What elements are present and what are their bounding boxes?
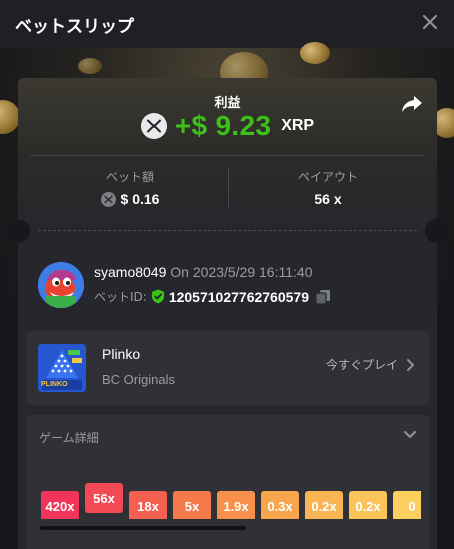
multiplier-cell: 420x bbox=[41, 491, 79, 519]
bet-timestamp: On 2023/5/29 16:11:40 bbox=[170, 264, 313, 280]
play-now-button[interactable]: 今すぐプレイ bbox=[326, 356, 415, 373]
payout-value-row: 56 x bbox=[228, 191, 428, 207]
decor-coin bbox=[78, 58, 102, 74]
multiplier-cell: 0.2x bbox=[349, 491, 387, 519]
multiplier-cell: 1.9x bbox=[217, 491, 255, 519]
payout: ペイアウト 56 x bbox=[228, 168, 428, 207]
shield-check-icon bbox=[151, 289, 164, 304]
bet-id: 120571027762760579 bbox=[168, 288, 309, 305]
header: ベットスリップ bbox=[0, 0, 454, 48]
bet-id-row: ベットID: 120571027762760579 bbox=[94, 288, 331, 305]
xrp-coin-icon bbox=[100, 191, 116, 207]
multiplier-cell: 0.3x bbox=[261, 491, 299, 519]
profit-row: +$ 9.23 XRP bbox=[18, 110, 437, 142]
share-icon[interactable] bbox=[401, 94, 423, 114]
payout-label: ペイアウト bbox=[297, 170, 358, 184]
user-row: syamo8049 On 2023/5/29 16:11:40 ベットID: 1… bbox=[38, 262, 418, 310]
profit-value: +$ 9.23 bbox=[174, 110, 272, 141]
game-details-title[interactable]: ゲーム詳細 bbox=[39, 429, 99, 446]
multiplier-cell: 5x bbox=[173, 491, 211, 519]
game-thumbnail-text: PLINKO bbox=[41, 381, 68, 388]
multiplier-scrollbar[interactable] bbox=[40, 526, 246, 530]
bet-amount-value: $ 0.16 bbox=[120, 191, 160, 207]
xrp-coin-icon bbox=[140, 113, 167, 139]
game-name: Plinko bbox=[102, 346, 141, 362]
ticket-notch bbox=[6, 219, 30, 243]
chevron-right-icon bbox=[407, 358, 414, 371]
bet-amount-label: ベット額 bbox=[105, 170, 154, 184]
close-icon[interactable] bbox=[420, 12, 440, 32]
game-thumbnail: PLINKO bbox=[38, 344, 86, 392]
bet-amount: ベット額 $ 0.16 bbox=[30, 168, 230, 207]
avatar[interactable] bbox=[38, 262, 84, 308]
divider bbox=[30, 155, 425, 156]
chevron-down-icon[interactable] bbox=[403, 430, 417, 440]
page-title: ベットスリップ bbox=[15, 16, 134, 37]
game-provider: BC Originals bbox=[102, 372, 175, 387]
game-details-panel: ゲーム詳細 420x 56x 18x 5x 1.9x 0.3x 0.2x 0.2x 0 bbox=[26, 415, 429, 549]
play-now-label: 今すぐプレイ bbox=[325, 358, 398, 372]
payout-value: 56 x bbox=[314, 191, 342, 207]
game-row[interactable]: PLINKO Plinko BC Originals 今すぐプレイ bbox=[26, 331, 429, 405]
username[interactable]: syamo8049 bbox=[94, 264, 166, 280]
multiplier-cell: 18x bbox=[129, 491, 167, 519]
ticket-notch bbox=[425, 219, 449, 243]
copy-icon[interactable] bbox=[315, 289, 331, 305]
decor-coin bbox=[0, 100, 20, 134]
bet-amount-value-row: $ 0.16 bbox=[30, 191, 230, 207]
multiplier-cell-selected: 56x bbox=[85, 483, 123, 513]
bet-id-label: ベットID: bbox=[94, 290, 147, 304]
dashed-divider bbox=[38, 230, 417, 231]
avatar-image bbox=[38, 262, 84, 308]
multiplier-row: 420x 56x 18x 5x 1.9x 0.3x 0.2x 0.2x 0 bbox=[41, 483, 421, 519]
username-row: syamo8049 On 2023/5/29 16:11:40 bbox=[94, 264, 312, 280]
multiplier-cell: 0 bbox=[393, 491, 421, 519]
multiplier-cell: 0.2x bbox=[305, 491, 343, 519]
bet-slip-card: 利益 +$ 9.23 XRP ベット額 $ 0.16 ペイアウト 56 x sy… bbox=[6, 78, 449, 549]
profit-currency: XRP bbox=[281, 117, 315, 134]
profit-label: 利益 bbox=[214, 96, 241, 111]
decor-coin bbox=[300, 42, 330, 64]
